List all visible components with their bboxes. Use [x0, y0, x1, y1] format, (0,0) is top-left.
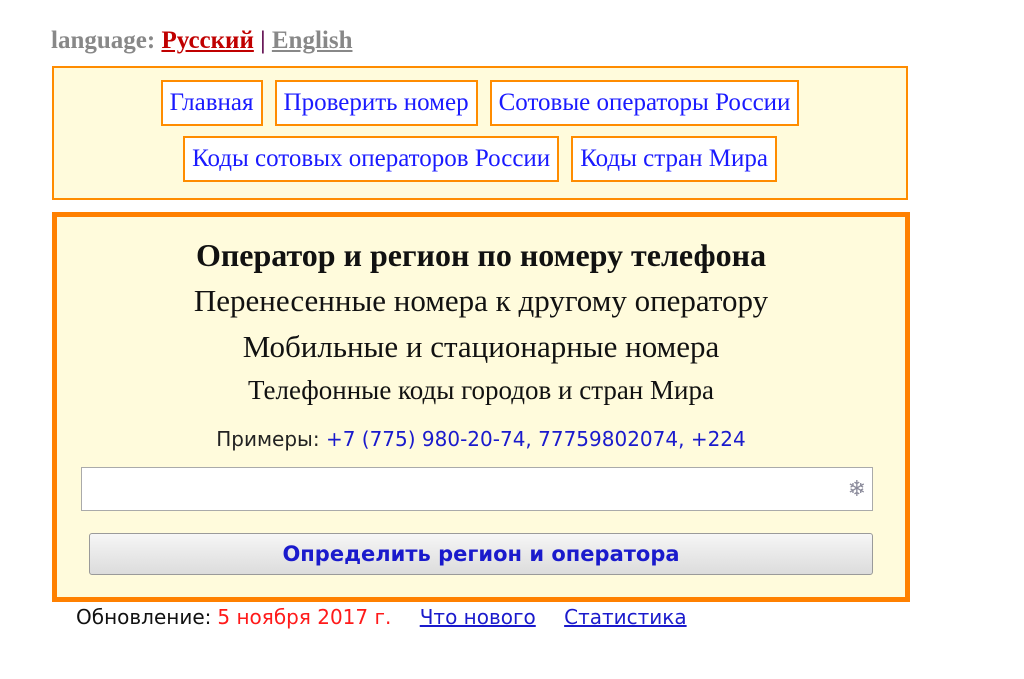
nav-country-codes[interactable]: Коды стран Мира: [571, 136, 777, 182]
determine-region-operator-button[interactable]: Определить регион и оператора: [89, 533, 873, 575]
footer: Обновление: 5 ноября 2017 г. Что нового С…: [76, 605, 687, 629]
subtitle-ported-numbers: Перенесенные номера к другому оператору: [193, 283, 769, 318]
language-separator: |: [260, 27, 266, 54]
nav-check-number[interactable]: Проверить номер: [274, 80, 478, 126]
language-russian-link[interactable]: Русский: [161, 27, 253, 54]
phone-number-input[interactable]: [105, 469, 849, 511]
update-date: 5 ноября 2017 г.: [217, 605, 392, 629]
lookup-panel: Оператор и регион по номеру телефона Пер…: [52, 212, 910, 602]
language-english-link[interactable]: English: [272, 27, 353, 54]
examples-label: Примеры:: [216, 427, 320, 451]
examples-values[interactable]: +7 (775) 980-20-74, 77759802074, +224: [326, 427, 746, 451]
nav-mobile-operators-russia[interactable]: Сотовые операторы России: [489, 80, 800, 126]
statistics-link[interactable]: Статистика: [564, 605, 687, 629]
subtitle-mobile-landline: Мобильные и стационарные номера: [242, 329, 720, 364]
snowflake-icon[interactable]: ❄: [848, 476, 866, 502]
page-title: Оператор и регион по номеру телефона: [195, 237, 767, 273]
language-label: language:: [51, 27, 156, 54]
phone-number-field: ❄: [81, 467, 873, 511]
examples: Примеры: +7 (775) 980-20-74, 77759802074…: [57, 427, 905, 451]
navigation-menu: Главная Проверить номер Сотовые оператор…: [52, 66, 908, 200]
nav-home[interactable]: Главная: [160, 80, 263, 126]
nav-mobile-operator-codes-russia[interactable]: Коды сотовых операторов России: [183, 136, 560, 182]
whats-new-link[interactable]: Что нового: [420, 605, 536, 629]
subtitle-city-country-codes: Телефонные коды городов и стран Мира: [248, 375, 714, 405]
language-switcher: language: Русский | English: [51, 27, 352, 55]
update-label: Обновление:: [76, 605, 212, 629]
